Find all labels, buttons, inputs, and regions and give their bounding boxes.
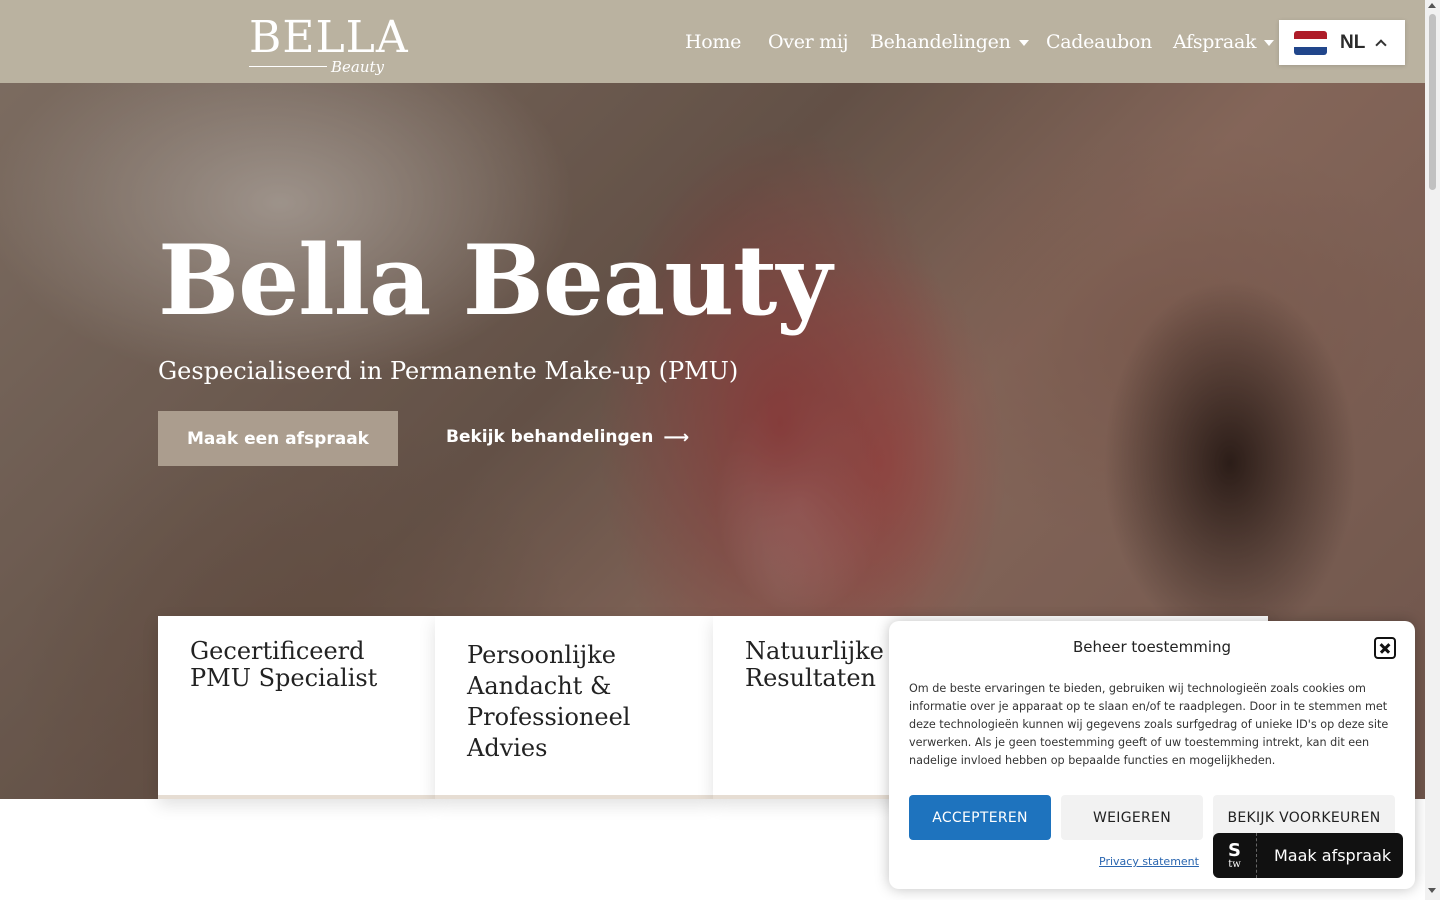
- language-switcher[interactable]: NL: [1279, 20, 1405, 65]
- arrow-right-icon: ⟶: [663, 426, 690, 448]
- cookie-dialog-title: Beheer toestemming: [1072, 638, 1232, 656]
- view-treatments-label: Bekijk behandelingen: [446, 427, 654, 447]
- scroll-up-icon[interactable]: [1428, 3, 1436, 8]
- scrollbar-thumb[interactable]: [1429, 14, 1436, 190]
- feature-title: Persoonlijke Aandacht & Professioneel Ad…: [467, 641, 631, 762]
- nav-over-mij-label: Over mij: [768, 31, 849, 53]
- site-header: BELLA Beauty Home Over mij Behandelingen…: [0, 0, 1425, 83]
- feature-title: Gecertificeerd PMU Specialist: [190, 637, 378, 692]
- nav-behandelingen[interactable]: Behandelingen: [870, 28, 1029, 56]
- feature-card: Gecertificeerd PMU Specialist: [158, 616, 435, 799]
- scroll-down-icon[interactable]: [1428, 888, 1436, 893]
- logo-sub-text: Beauty: [331, 58, 385, 76]
- close-icon[interactable]: [1374, 637, 1396, 659]
- salonized-logo-icon: S tw: [1213, 833, 1257, 878]
- nav-home-label: Home: [685, 31, 742, 53]
- hero-subtitle: Gespecialiseerd in Permanente Make-up (P…: [158, 357, 739, 385]
- logo-main-text: BELLA: [249, 12, 409, 63]
- logo-letter: S: [1228, 839, 1241, 861]
- netherlands-flag-icon: [1294, 30, 1327, 55]
- nav-cadeaubon[interactable]: Cadeaubon: [1046, 28, 1152, 56]
- privacy-statement-link[interactable]: Privacy statement: [1099, 855, 1199, 868]
- nav-over-mij[interactable]: Over mij: [768, 28, 849, 56]
- language-code: NL: [1340, 31, 1366, 53]
- make-appointment-button[interactable]: Maak een afspraak: [158, 411, 398, 466]
- logo-letters: tw: [1228, 858, 1241, 870]
- caret-down-icon: [1018, 40, 1029, 46]
- site-logo[interactable]: BELLA Beauty: [249, 12, 409, 78]
- nav-afspraak-label: Afspraak: [1173, 31, 1257, 53]
- booking-widget-button[interactable]: S tw Maak afspraak: [1213, 833, 1403, 878]
- hero-title: Bella Beauty: [158, 224, 832, 337]
- nav-home[interactable]: Home: [685, 28, 741, 56]
- feature-title: Natuurlijke Resultaten: [745, 637, 884, 692]
- page-scrollbar[interactable]: [1425, 0, 1440, 900]
- deny-cookies-button[interactable]: WEIGEREN: [1061, 795, 1203, 840]
- booking-widget-label: Maak afspraak: [1274, 846, 1392, 865]
- nav-cadeaubon-label: Cadeaubon: [1046, 31, 1152, 53]
- nav-behandelingen-label: Behandelingen: [870, 31, 1011, 53]
- caret-down-icon: [1264, 40, 1275, 46]
- nav-afspraak[interactable]: Afspraak: [1173, 28, 1275, 56]
- chevron-up-icon: [1375, 39, 1387, 51]
- feature-card: Persoonlijke Aandacht & Professioneel Ad…: [435, 616, 713, 799]
- view-treatments-link[interactable]: Bekijk behandelingen ⟶: [446, 423, 689, 451]
- accept-cookies-button[interactable]: ACCEPTEREN: [909, 795, 1051, 840]
- cookie-dialog-text: Om de beste ervaringen te bieden, gebrui…: [909, 682, 1389, 767]
- logo-divider: [249, 66, 327, 67]
